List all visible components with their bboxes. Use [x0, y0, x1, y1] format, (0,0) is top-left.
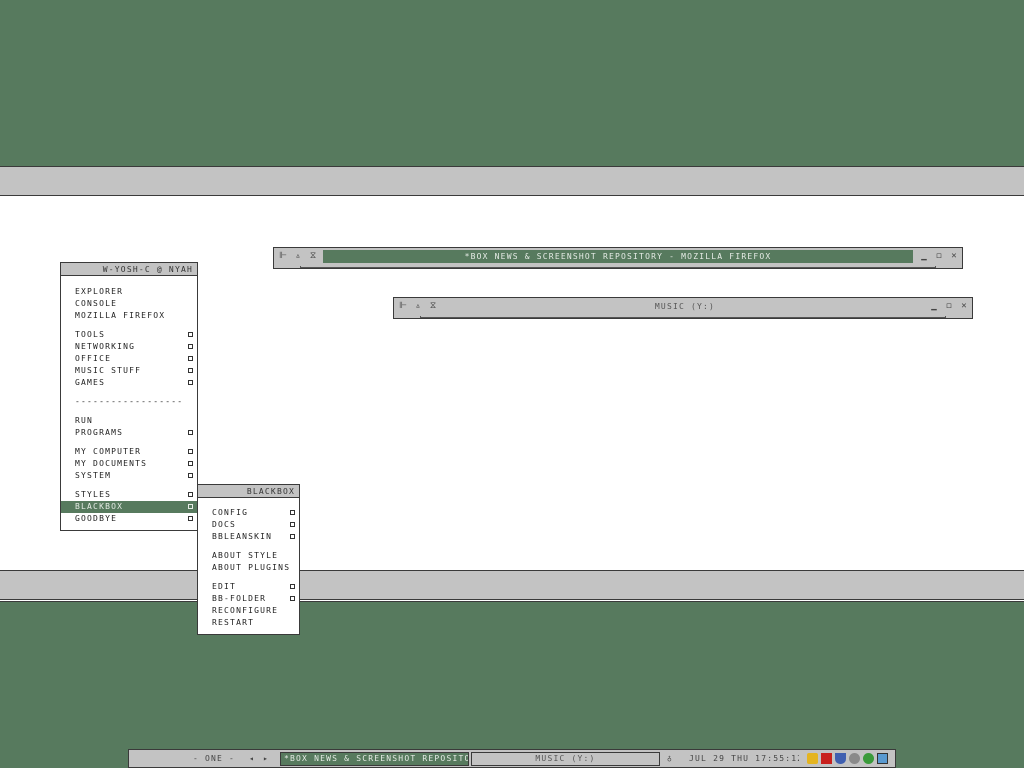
tray-shield-icon[interactable] [835, 753, 846, 764]
hourglass-icon[interactable]: ⧖ [427, 300, 439, 312]
maximize-icon[interactable]: ◻ [943, 300, 955, 312]
next-workspace-icon[interactable]: ▸ [263, 752, 273, 766]
shade-icon[interactable]: ▵ [292, 250, 304, 262]
menu-item-config[interactable]: CONFIG [198, 507, 299, 519]
submenu-icon [188, 492, 193, 497]
submenu-icon [188, 473, 193, 478]
blackbox-submenu: BLACKBOX CONFIG DOCS BBLEANSKIN ABOUT ST… [197, 484, 300, 635]
menu-item-restart[interactable]: RESTART [198, 617, 299, 629]
close-icon[interactable]: ✕ [958, 300, 970, 312]
root-menu: W-YOSH-C @ NYAH EXPLORER CONSOLE MOZILLA… [60, 262, 198, 531]
submenu-icon [290, 510, 295, 515]
menu-item-bbleanskin[interactable]: BBLEANSKIN [198, 531, 299, 543]
menu-item-my-documents[interactable]: MY DOCUMENTS [61, 458, 197, 470]
menu-item-games[interactable]: GAMES [61, 377, 197, 389]
menu-item-about-style[interactable]: ABOUT STYLE [198, 550, 299, 562]
submenu-icon [188, 461, 193, 466]
submenu-icon [188, 430, 193, 435]
menu-item-goodbye[interactable]: GOODBYE [61, 513, 197, 525]
submenu-icon [188, 356, 193, 361]
menu-item-system[interactable]: SYSTEM [61, 470, 197, 482]
submenu-icon [188, 449, 193, 454]
menu-item-blackbox[interactable]: BLACKBOX [61, 501, 197, 513]
submenu-icon [290, 534, 295, 539]
window-handle[interactable] [420, 316, 946, 318]
menu-item-programs[interactable]: PROGRAMS [61, 427, 197, 439]
menu-item-networking[interactable]: NETWORKING [61, 341, 197, 353]
maximize-icon[interactable]: ◻ [933, 250, 945, 262]
minimize-icon[interactable]: ▁ [918, 250, 930, 262]
menu-item-edit[interactable]: EDIT [198, 581, 299, 593]
tray-acrobat-icon[interactable] [821, 753, 832, 764]
task-firefox[interactable]: *BOX NEWS & SCREENSHOT REPOSITO... [280, 752, 469, 766]
menu-item-my-computer[interactable]: MY COMPUTER [61, 446, 197, 458]
window-title[interactable]: MUSIC (Y:) [443, 300, 927, 313]
minimize-icon[interactable]: ▁ [928, 300, 940, 312]
tray-network-icon[interactable] [863, 753, 874, 764]
submenu-icon [290, 596, 295, 601]
submenu-icon [188, 516, 193, 521]
submenu-icon [188, 368, 193, 373]
taskbar: - ONE - ◂ ▸ *BOX NEWS & SCREENSHOT REPOS… [128, 749, 896, 768]
shade-icon[interactable]: ▵ [412, 300, 424, 312]
close-icon[interactable]: ✕ [948, 250, 960, 262]
menu-separator: ------------------ [75, 397, 184, 406]
submenu-icon [188, 380, 193, 385]
menu-item-explorer[interactable]: EXPLORER [61, 286, 197, 298]
desktop-gray-band-bottom [0, 570, 1024, 600]
tray-display-icon[interactable] [877, 753, 888, 764]
desktop-gray-band-top [0, 166, 1024, 196]
submenu-icon [290, 522, 295, 527]
clock[interactable]: JUL 29 THU 17:55:12 [689, 752, 799, 766]
menu-item-docs[interactable]: DOCS [198, 519, 299, 531]
menu-item-run[interactable]: RUN [61, 415, 197, 427]
firefox-window[interactable]: ⊩ ▵ ⧖ *BOX NEWS & SCREENSHOT REPOSITORY … [273, 247, 963, 269]
menu-item-console[interactable]: CONSOLE [61, 298, 197, 310]
tray-gear-icon[interactable] [849, 753, 860, 764]
menu-item-styles[interactable]: STYLES [61, 489, 197, 501]
menu-item-reconfigure[interactable]: RECONFIGURE [198, 605, 299, 617]
submenu-icon [188, 344, 193, 349]
menu-item-about-plugins[interactable]: ABOUT PLUGINS [198, 562, 299, 574]
music-window[interactable]: ⊩ ▵ ⧖ MUSIC (Y:) ▁ ◻ ✕ [393, 297, 973, 319]
pin-icon[interactable]: ⊩ [397, 300, 409, 312]
menu-item-office[interactable]: OFFICE [61, 353, 197, 365]
tray-bolt-icon[interactable] [807, 753, 818, 764]
menu-title: BLACKBOX [198, 485, 299, 498]
bell-icon[interactable]: ♁ [667, 752, 679, 766]
submenu-icon [290, 584, 295, 589]
submenu-icon [188, 332, 193, 337]
submenu-icon [188, 504, 193, 509]
menu-item-tools[interactable]: TOOLS [61, 329, 197, 341]
window-title[interactable]: *BOX NEWS & SCREENSHOT REPOSITORY - MOZI… [323, 250, 913, 263]
window-handle[interactable] [300, 266, 936, 268]
prev-workspace-icon[interactable]: ◂ [249, 752, 259, 766]
menu-item-music-stuff[interactable]: MUSIC STUFF [61, 365, 197, 377]
pin-icon[interactable]: ⊩ [277, 250, 289, 262]
menu-title: W-YOSH-C @ NYAH [61, 263, 197, 276]
menu-item-firefox[interactable]: MOZILLA FIREFOX [61, 310, 197, 322]
task-music[interactable]: MUSIC (Y:) [471, 752, 660, 766]
menu-item-bb-folder[interactable]: BB-FOLDER [198, 593, 299, 605]
hourglass-icon[interactable]: ⧖ [307, 250, 319, 262]
